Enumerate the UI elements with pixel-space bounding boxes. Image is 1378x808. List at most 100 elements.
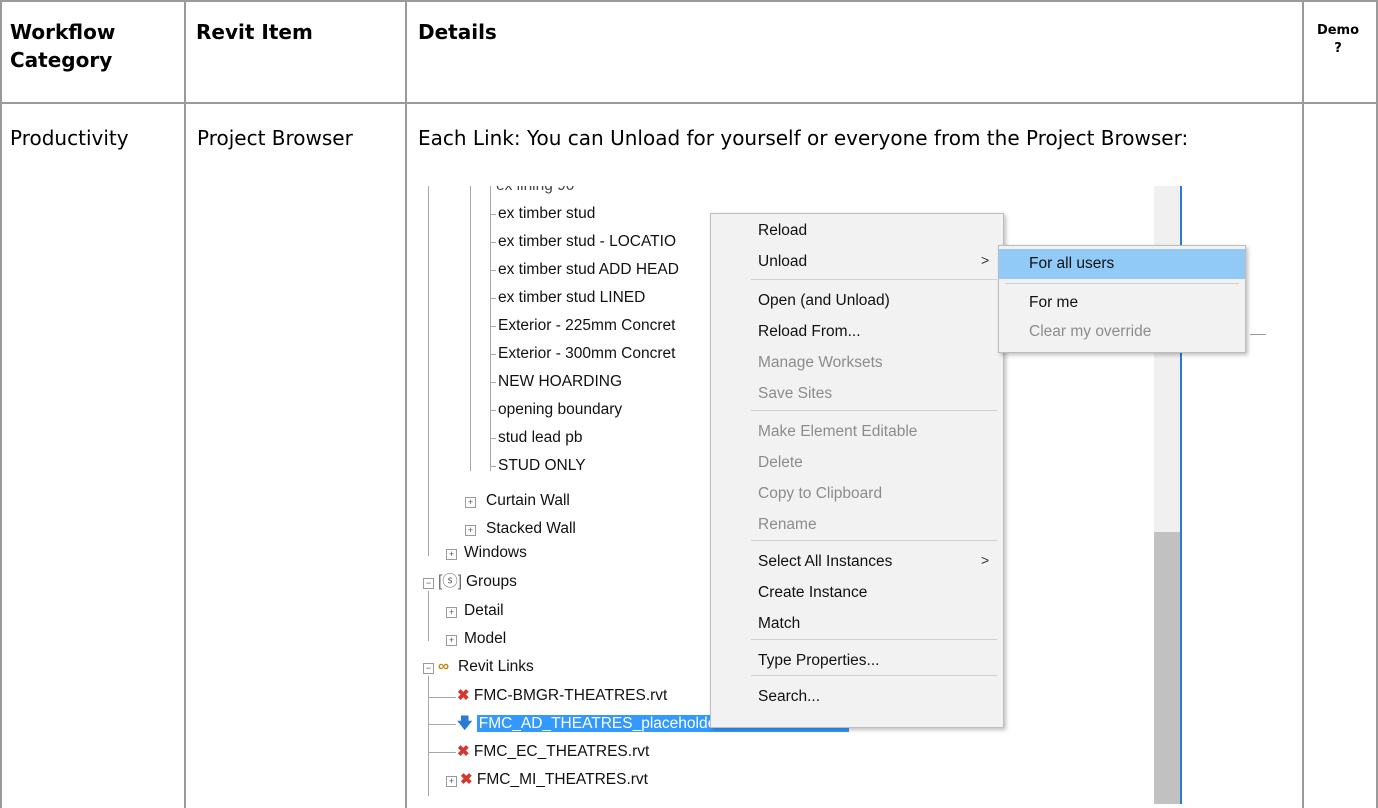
menu-item[interactable]: Match [711, 609, 1003, 639]
tree-guide-line [428, 676, 429, 796]
menu-separator [751, 639, 997, 640]
header-workflow-category: Workflow Category [10, 20, 116, 72]
menu-item-label: Match [758, 615, 801, 632]
tree-item-type[interactable]: ex timber stud [498, 204, 595, 224]
plus-box-icon[interactable]: + [446, 635, 457, 646]
submenu-item-label: For me [1029, 294, 1079, 311]
tree-guide-line [490, 298, 496, 299]
tree-item-type[interactable]: NEW HOARDING [498, 372, 622, 392]
download-arrow-icon: 🡇 [457, 715, 473, 732]
link-item-1[interactable]: ✖ FMC-BMGR-THEATRES.rvt [457, 686, 667, 706]
tree-guide-line [490, 410, 496, 411]
tree-item-groups[interactable]: Groups [466, 572, 517, 592]
tree-item-type[interactable]: STUD ONLY [498, 456, 586, 476]
context-menu: Reload Unload > Open (and Unload) Reload Fro… [710, 213, 1004, 728]
tree-guide-line [490, 438, 496, 439]
tree-item-partial: ex lining 90 [496, 186, 574, 196]
chevron-right-icon: > [981, 552, 990, 568]
menu-item: Rename [711, 510, 1003, 540]
tree-guide-line [428, 724, 456, 725]
menu-item-label: Select All Instances [758, 553, 893, 570]
column-divider [184, 0, 186, 808]
menu-separator [1005, 283, 1239, 284]
x-icon: ✖ [457, 687, 470, 704]
tree-item-type[interactable]: Exterior - 300mm Concret [498, 344, 675, 364]
link-item-3[interactable]: ✖ FMC_EC_THEATRES.rvt [457, 742, 649, 762]
menu-item[interactable]: Type Properties... [711, 646, 1003, 676]
plus-box-icon[interactable]: + [465, 497, 476, 508]
menu-item[interactable]: Select All Instances > [711, 547, 1003, 577]
tree-item-revit-links[interactable]: Revit Links [458, 657, 534, 677]
menu-item-label: Open (and Unload) [758, 292, 890, 309]
submenu-item[interactable]: For all users [999, 249, 1245, 279]
tree-item-type[interactable]: ex timber stud LINED [498, 288, 645, 308]
link-name: FMC_EC_THEATRES.rvt [473, 743, 650, 760]
link-icon: ∞ [438, 658, 450, 675]
menu-item: Delete [711, 448, 1003, 478]
tree-item-windows[interactable]: Windows [464, 543, 527, 563]
menu-item[interactable]: Open (and Unload) [711, 286, 1003, 316]
menu-separator [751, 675, 997, 676]
menu-item-label: Manage Worksets [758, 354, 883, 371]
link-name: FMC-BMGR-THEATRES.rvt [473, 687, 668, 704]
submenu-item-label: Clear my override [1029, 323, 1152, 340]
tree-item-type[interactable]: stud lead pb [498, 428, 582, 448]
menu-item-label: Make Element Editable [758, 423, 918, 440]
header-details: Details [418, 20, 497, 44]
tree-item-model[interactable]: Model [464, 629, 506, 649]
menu-item-label: Search... [758, 688, 821, 705]
tree-item-detail[interactable]: Detail [464, 601, 504, 621]
menu-item: Make Element Editable [711, 417, 1003, 447]
menu-item: Copy to Clipboard [711, 479, 1003, 509]
tree-item-type[interactable]: ex timber stud - LOCATIO [498, 232, 676, 252]
header-divider [0, 102, 1378, 104]
tree-item-stacked-wall[interactable]: Stacked Wall [486, 519, 576, 539]
plus-box-icon[interactable]: + [446, 776, 457, 787]
x-icon: ✖ [457, 743, 470, 760]
submenu-item[interactable]: For me [999, 288, 1245, 318]
link-name: FMC_MI_THEATRES.rvt [476, 771, 648, 788]
table-border-top [0, 0, 1378, 2]
cell-workflow-category: Productivity [10, 126, 129, 150]
link-item-4[interactable]: ✖ FMC_MI_THEATRES.rvt [460, 770, 648, 790]
x-icon: ✖ [460, 771, 473, 788]
minus-box-icon[interactable]: − [423, 578, 434, 589]
menu-separator [751, 540, 997, 541]
menu-item-label: Reload [758, 222, 808, 239]
tree-guide-line [490, 270, 496, 271]
menu-item-label: Copy to Clipboard [758, 485, 883, 502]
group-icon: [ⓢ] [438, 573, 463, 590]
scrollbar-thumb[interactable] [1154, 532, 1180, 804]
project-browser-screenshot: ex lining 90 ex timber stud ex timber stu… [410, 186, 1298, 804]
column-divider [1302, 0, 1304, 808]
menu-item[interactable]: Unload > [711, 247, 1003, 277]
menu-item[interactable]: Reload From... [711, 317, 1003, 347]
tree-guide-line [428, 697, 456, 698]
tree-item-type[interactable]: opening boundary [498, 400, 622, 420]
menu-item-label: Save Sites [758, 385, 833, 402]
tree-guide-line [470, 186, 471, 471]
tree-guide-stub [1250, 334, 1266, 335]
header-demo: Demo ? [1316, 23, 1360, 56]
menu-item[interactable]: Search... [711, 682, 1003, 712]
menu-item: Save Sites [711, 379, 1003, 409]
chevron-right-icon: > [981, 252, 990, 268]
tree-guide-line [490, 186, 491, 471]
menu-item-label: Rename [758, 516, 817, 533]
tree-guide-line [490, 242, 496, 243]
plus-box-icon[interactable]: + [465, 525, 476, 536]
tree-item-curtain-wall[interactable]: Curtain Wall [486, 491, 570, 511]
table-border-left [0, 0, 2, 808]
menu-item[interactable]: Reload [711, 216, 1003, 246]
cell-revit-item: Project Browser [197, 126, 353, 150]
tree-guide-line [490, 214, 496, 215]
menu-item[interactable]: Create Instance [711, 578, 1003, 608]
plus-box-icon[interactable]: + [446, 549, 457, 560]
tree-item-type[interactable]: ex timber stud ADD HEAD [498, 260, 679, 280]
minus-box-icon[interactable]: − [423, 663, 434, 674]
plus-box-icon[interactable]: + [446, 607, 457, 618]
menu-separator [751, 279, 997, 280]
menu-item-label: Create Instance [758, 584, 868, 601]
menu-item-label: Type Properties... [758, 652, 880, 669]
tree-item-type[interactable]: Exterior - 225mm Concret [498, 316, 675, 336]
